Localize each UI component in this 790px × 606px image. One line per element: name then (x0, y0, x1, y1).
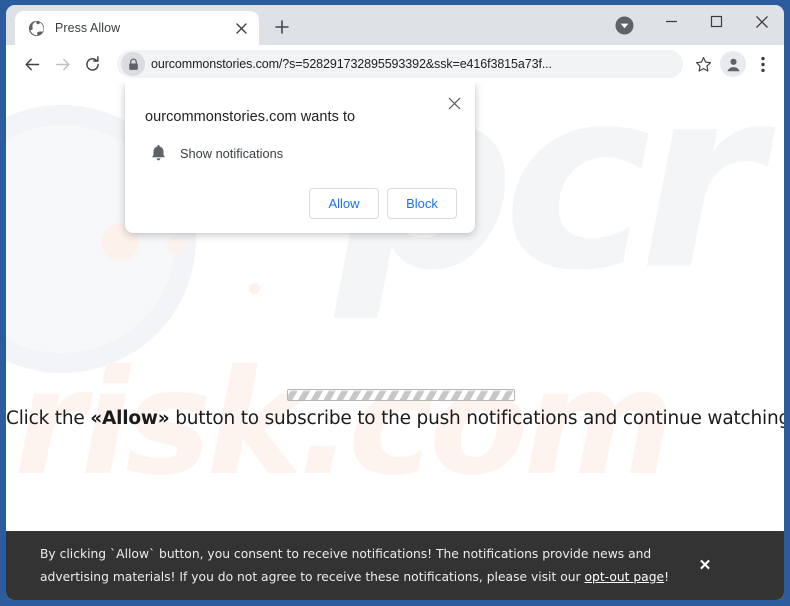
consent-banner-text: By clicking `Allow` button, you consent … (40, 543, 690, 588)
window-minimize-button[interactable] (649, 5, 694, 38)
notification-permission-dialog: ourcommonstories.com wants to Show notif… (125, 83, 475, 233)
window-maximize-button[interactable] (694, 5, 739, 38)
page-viewport: pcr risk.com Click the «Allow» button to… (6, 83, 784, 600)
watermark-dot (167, 238, 183, 254)
consent-banner: By clicking `Allow` button, you consent … (6, 531, 784, 600)
dialog-permission-label: Show notifications (180, 145, 284, 161)
reload-button[interactable] (78, 50, 107, 79)
dialog-permission-row: Show notifications (145, 144, 457, 162)
headline-emphasis: «Allow» (90, 408, 170, 429)
allow-button[interactable]: Allow (309, 188, 379, 219)
browser-window-frame: Press Allow ourcommonstories.com/?s=5282… (0, 0, 790, 606)
back-button[interactable] (18, 50, 47, 79)
new-tab-button[interactable] (267, 12, 297, 42)
watermark-dot (249, 283, 260, 294)
window-close-button[interactable] (739, 5, 784, 38)
profile-avatar[interactable] (720, 51, 746, 77)
browser-toolbar: ourcommonstories.com/?s=5282917328955933… (6, 45, 784, 83)
browser-tab-press-allow[interactable]: Press Allow (15, 11, 259, 45)
chrome-menu-icon[interactable] (750, 51, 776, 77)
dialog-close-icon[interactable] (443, 92, 465, 114)
address-bar[interactable]: ourcommonstories.com/?s=5282917328955933… (117, 50, 683, 78)
block-button[interactable]: Block (387, 188, 457, 219)
dialog-title: ourcommonstories.com wants to (145, 109, 356, 125)
globe-icon (28, 20, 45, 37)
consent-banner-close-button[interactable]: ✕ (690, 550, 720, 580)
tab-search-icon[interactable] (615, 16, 634, 35)
headline-prefix: Click the (6, 408, 91, 429)
bookmark-star-icon[interactable] (690, 51, 716, 77)
browser-window: Press Allow ourcommonstories.com/?s=5282… (6, 5, 784, 600)
tab-close-icon[interactable] (231, 18, 251, 38)
lock-icon[interactable] (121, 52, 145, 76)
headline-suffix: button to subscribe to the push notifica… (169, 408, 784, 429)
url-text: ourcommonstories.com/?s=5282917328955933… (151, 57, 552, 71)
dialog-actions: Allow Block (145, 188, 457, 219)
loading-progress-bar (287, 389, 515, 401)
bell-icon (150, 144, 167, 162)
consent-line-2-suffix: ! (664, 569, 670, 584)
window-caption-controls (649, 5, 784, 38)
tab-strip: Press Allow (6, 5, 784, 45)
consent-line-2-prefix: materials! If you do not agree to receiv… (112, 569, 585, 584)
page-headline: Click the «Allow» button to subscribe to… (6, 408, 784, 429)
tab-title: Press Allow (55, 21, 121, 35)
opt-out-page-link[interactable]: opt-out page (585, 570, 665, 584)
forward-button[interactable] (48, 50, 77, 79)
